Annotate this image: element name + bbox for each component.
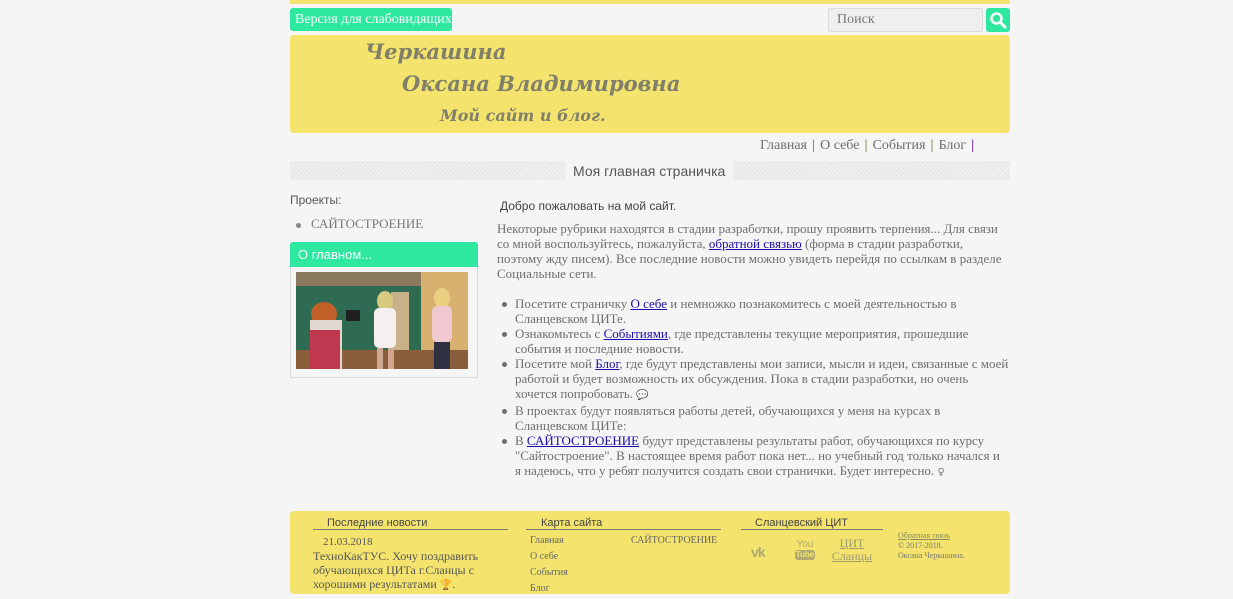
- copyright: © 2017-2018.: [898, 541, 943, 550]
- intro-paragraph: Некоторые рубрики находятся в стадии раз…: [497, 221, 1002, 281]
- list-item: Посетите мой Блог, где будут представлен…: [497, 356, 1009, 403]
- sitemap-link-events[interactable]: События: [530, 567, 568, 578]
- about-link[interactable]: О себе: [630, 296, 667, 311]
- about-widget-frame: [290, 267, 478, 378]
- footer-sitemap-title: Карта сайта: [526, 517, 721, 530]
- footer-news-date: 21.03.2018: [323, 536, 373, 548]
- footer-cit-title: Сланцевский ЦИТ: [741, 517, 883, 530]
- about-widget-title: О главном...: [290, 242, 478, 267]
- search-icon: [990, 12, 1007, 29]
- nav-separator: |: [971, 138, 975, 153]
- project-link-sitebuilding[interactable]: САЙТОСТРОЕНИЕ: [296, 216, 423, 232]
- feedback-link[interactable]: обратной связью: [709, 236, 802, 251]
- author: Оксана Черкашина.: [898, 551, 965, 560]
- speech-bubble-icon: 💬: [636, 390, 649, 401]
- list-item: В САЙТОСТРОЕНИЕ будут представлены резул…: [497, 433, 1009, 480]
- footer-news-text[interactable]: ТехноКакТУС. Хочу поздравить обучающихся…: [313, 549, 485, 593]
- sitemap-link-projects[interactable]: САЙТОСТРОЕНИЕ: [631, 535, 717, 546]
- nav-separator: |: [930, 138, 934, 153]
- site-header: Черкашина Оксана Владимировна Мой сайт и…: [290, 35, 1010, 133]
- projects-label: Проекты:: [290, 193, 342, 207]
- footer-news-title: Последние новости: [313, 517, 508, 530]
- list-item: Посетите страничку О себе и немножко поз…: [497, 296, 1009, 326]
- sitemap-link-about[interactable]: О себе: [530, 551, 558, 562]
- footer-contact: Обратная связь © 2017-2018. Оксана Черка…: [898, 531, 965, 561]
- project-link-label: САЙТОСТРОЕНИЕ: [311, 216, 424, 231]
- search-button[interactable]: [986, 8, 1010, 32]
- footer-feedback-link[interactable]: Обратная связь: [898, 531, 950, 540]
- nav-item-about[interactable]: О себе: [820, 138, 859, 154]
- nav-separator: |: [812, 138, 816, 153]
- list-item: В проектах будут появляться работы детей…: [497, 403, 1009, 433]
- figure-icon: ♀: [937, 467, 945, 478]
- search-input[interactable]: [828, 8, 983, 32]
- nav-item-blog[interactable]: Блог: [939, 138, 967, 154]
- bullet-dot: [296, 222, 301, 228]
- youtube-icon[interactable]: You Tube: [795, 539, 815, 560]
- list-item: Ознакомьтесь с Событиями, где представле…: [497, 326, 1009, 356]
- nav-item-home[interactable]: Главная: [760, 138, 807, 154]
- nav-separator: |: [864, 138, 868, 153]
- header-tagline: Мой сайт и блог.: [440, 106, 606, 125]
- trophy-icon: 🏆: [439, 580, 453, 591]
- content-bullet-list: Посетите страничку О себе и немножко поз…: [497, 296, 1009, 480]
- main-nav: Главная | О себе | События | Блог |: [760, 137, 979, 155]
- accessibility-version-button[interactable]: Версия для слабовидящих: [290, 8, 452, 31]
- sitebuilding-link[interactable]: САЙТОСТРОЕНИЕ: [527, 433, 639, 448]
- blog-link[interactable]: Блог: [595, 356, 619, 371]
- events-link[interactable]: Событиями: [604, 326, 668, 341]
- top-accent-bar: [290, 0, 1010, 4]
- nav-item-events[interactable]: События: [873, 138, 926, 154]
- cit-link[interactable]: ЦИТ Сланцы: [830, 537, 874, 563]
- vk-icon[interactable]: vk: [751, 544, 766, 560]
- page-title: Моя главная страничка: [565, 161, 734, 180]
- sitemap-link-blog[interactable]: Блог: [530, 583, 550, 594]
- event-photo[interactable]: [296, 272, 468, 369]
- sitemap-link-home[interactable]: Главная: [530, 535, 564, 546]
- welcome-text: Добро пожаловать на мой сайт.: [500, 199, 677, 213]
- header-name: Оксана Владимировна: [402, 71, 681, 96]
- site-footer: Последние новости 21.03.2018 ТехноКакТУС…: [290, 511, 1010, 594]
- header-surname: Черкашина: [365, 39, 507, 64]
